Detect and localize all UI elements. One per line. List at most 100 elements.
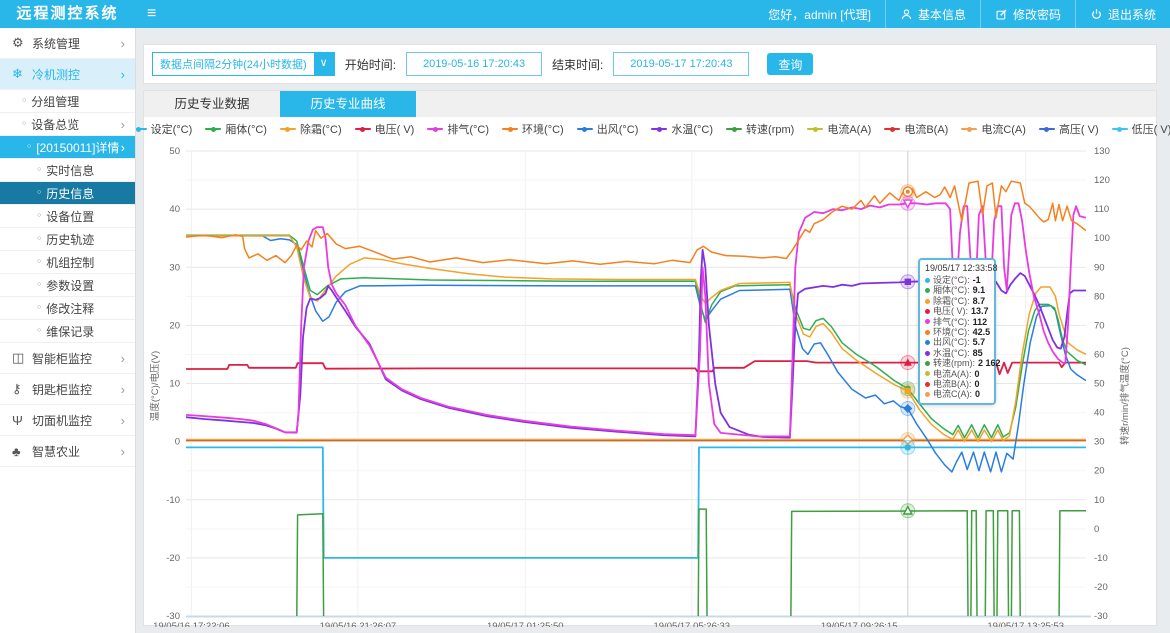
legend-marker [1112, 125, 1128, 133]
sidebar-item-device-overview[interactable]: ○设备总览› [0, 113, 135, 136]
sidebar-item-label: 历史轨迹 [46, 231, 131, 248]
legend-item[interactable]: 电流A(A) [807, 121, 871, 137]
header-menu-user[interactable]: 基本信息 [885, 0, 980, 28]
legend-item[interactable]: 环境(°C) [502, 121, 564, 137]
legend-marker [726, 125, 742, 133]
sidebar-item-label: 分组管理 [31, 93, 131, 110]
y-axis-left-tick: 10 [169, 379, 180, 390]
sidebar-item-realtime-info[interactable]: ○实时信息 [0, 159, 135, 182]
legend-item-label: 转速(rpm) [746, 121, 794, 137]
sidebar-item-system-management[interactable]: ⚙系统管理› [0, 28, 135, 59]
hamburger-menu-icon[interactable]: ≡ [135, 5, 168, 23]
chevron-right-icon: › [121, 413, 131, 428]
sidebar-item-device-20150011-detail[interactable]: ○[20150011]详情› [0, 136, 135, 159]
header-menu-edit[interactable]: 修改密码 [980, 0, 1075, 28]
legend-item-label: 厢体(°C) [225, 121, 267, 137]
series-line [186, 447, 1086, 558]
legend-item[interactable]: 电流B(A) [884, 121, 948, 137]
legend-marker-dot [211, 127, 216, 132]
sidebar-item-history-track[interactable]: ○ 历史轨迹 [0, 228, 135, 251]
legend-marker-dot [967, 127, 972, 132]
tooltip-timestamp: 19/05/17 12:33:58 [925, 263, 989, 273]
bullet-icon: ○ [37, 281, 41, 288]
legend-marker-dot [1117, 127, 1122, 132]
start-time-input[interactable] [406, 52, 542, 76]
cursor-marker [901, 356, 915, 370]
tooltip-series-value: 85 [973, 348, 983, 358]
sidebar-item-key-cabinet-monitoring[interactable]: ⚷钥匙柜监控› [0, 374, 135, 405]
sidebar-item-maintenance-records[interactable]: ○ 维保记录 [0, 320, 135, 343]
tooltip-row: 出风(°C): 5.7 [925, 337, 989, 347]
sidebar-item-label: 维保记录 [46, 323, 131, 340]
tooltip-series-dot [925, 309, 930, 314]
y-axis-right-tick: 0 [1094, 524, 1099, 535]
end-time-input[interactable] [613, 52, 749, 76]
chevron-right-icon: › [121, 117, 131, 132]
cursor-marker [901, 440, 915, 454]
legend-item[interactable]: 设定(°C) [131, 121, 193, 137]
sidebar-item-label: 实时信息 [46, 162, 131, 179]
legend-marker [651, 125, 667, 133]
bullet-icon: ○ [37, 304, 41, 311]
tooltip-series-value: 2 162 [978, 358, 1001, 368]
sidebar-item-unit-control[interactable]: ○机组控制 [0, 251, 135, 274]
tooltip-row: 厢体(°C): 9.1 [925, 285, 989, 295]
sidebar-item-group-management[interactable]: ○分组管理 [0, 90, 135, 113]
sidebar-item-chiller-monitoring[interactable]: ❄冷机测控› [0, 59, 135, 90]
tooltip-series-dot [925, 319, 930, 324]
sidebar-item-parameter-settings[interactable]: ○参数设置 [0, 274, 135, 297]
history-curve-chart[interactable]: -30-20-1001020304050-30-20-1001020304050… [144, 113, 1158, 627]
bullet-icon: ○ [37, 235, 41, 242]
bullet-icon: ○ [37, 327, 41, 334]
tooltip-series-value: 13.7 [971, 306, 989, 316]
tooltip-series-value: 0 [975, 369, 980, 379]
tooltip-series-value: 0 [975, 389, 980, 399]
tooltip-series-label: 设定(°C): [933, 275, 970, 285]
legend-item[interactable]: 电流C(A) [961, 121, 1026, 137]
chevron-right-icon: › [121, 67, 131, 82]
tooltip-series-dot [925, 299, 930, 304]
legend-marker [961, 125, 977, 133]
legend-marker [355, 125, 371, 133]
sidebar-item-label: 切面机监控 [32, 412, 121, 429]
sidebar-item-smart-agriculture[interactable]: ♣智慧农业› [0, 436, 135, 467]
tooltip-series-label: 电压( V): [933, 306, 968, 316]
legend-marker-dot [433, 127, 438, 132]
legend-item[interactable]: 除霜(°C) [280, 121, 342, 137]
legend-item[interactable]: 电压( V) [355, 121, 415, 137]
query-button[interactable]: 查询 [767, 53, 813, 75]
leaf-icon: ♣ [12, 444, 32, 459]
x-axis-tick: 19/05/16 17:22:06 [153, 621, 230, 627]
legend-marker [427, 125, 443, 133]
sidebar-item-device-location[interactable]: ○设备位置 [0, 205, 135, 228]
sidebar-item-label: 冷机测控 [32, 66, 121, 83]
cursor-marker [901, 402, 915, 416]
y-axis-right-tick: 110 [1094, 204, 1109, 215]
chevron-right-icon: › [121, 382, 131, 397]
legend-item[interactable]: 低压( V) [1112, 121, 1170, 137]
legend-item[interactable]: 高压( V) [1039, 121, 1099, 137]
tooltip-series-label: 厢体(°C): [933, 285, 970, 295]
tooltip-rows: 设定(°C): -1厢体(°C): 9.1除霜(°C): 8.7电压( V): … [925, 275, 989, 400]
y-axis-left-tick: 20 [169, 320, 180, 331]
y-axis-right-tick: 50 [1094, 379, 1105, 390]
legend-item[interactable]: 出风(°C) [577, 121, 639, 137]
sidebar-item-edit-remarks[interactable]: ○修改注释 [0, 297, 135, 320]
user-icon [900, 8, 913, 21]
sidebar-item-slicer-monitoring[interactable]: Ψ切面机监控› [0, 405, 135, 436]
legend-item[interactable]: 水温(°C) [651, 121, 713, 137]
header-menu-power[interactable]: 退出系统 [1075, 0, 1170, 28]
y-axis-right-tick: -20 [1094, 582, 1108, 593]
legend-item[interactable]: 排气(°C) [427, 121, 489, 137]
tooltip-series-dot [925, 288, 930, 293]
x-axis-tick: 19/05/17 09:26:15 [821, 621, 898, 627]
sidebar-item-smart-cabinet-monitoring[interactable]: ◫智能柜监控› [0, 343, 135, 374]
sidebar-item-history-info[interactable]: ○历史信息 [0, 182, 135, 205]
legend-item[interactable]: 厢体(°C) [205, 121, 267, 137]
user-greeting: 您好，admin [代理] [754, 6, 885, 23]
sidebar-item-label: [20150011]详情 [36, 139, 120, 156]
x-axis-tick: 19/05/17 01:25:50 [487, 621, 564, 627]
interval-select[interactable]: 数据点间隔2分钟(24小时数据) ∨ [152, 52, 335, 76]
tooltip-row: 除霜(°C): 8.7 [925, 296, 989, 306]
legend-item[interactable]: 转速(rpm) [726, 121, 794, 137]
